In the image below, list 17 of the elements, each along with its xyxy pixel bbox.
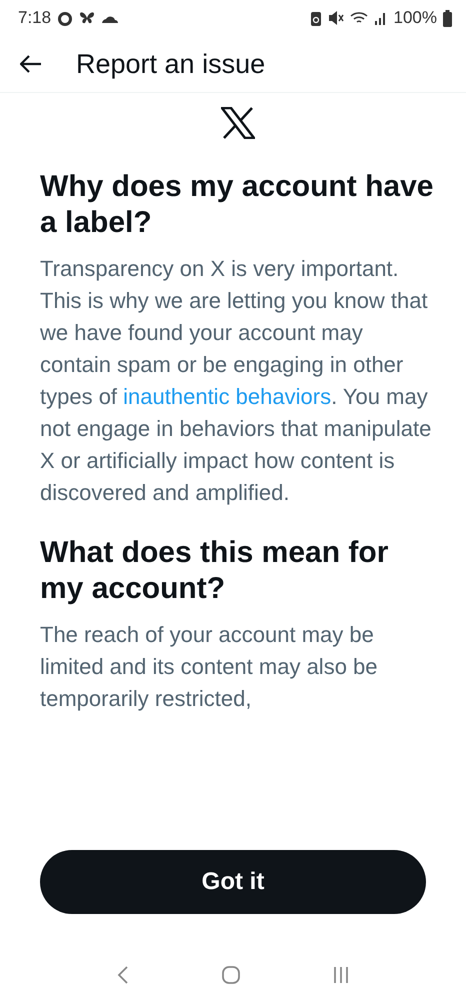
back-arrow-icon[interactable] xyxy=(20,55,42,73)
got-it-button[interactable]: Got it xyxy=(40,850,426,914)
nav-back-icon[interactable] xyxy=(116,966,129,984)
nav-recents-icon[interactable] xyxy=(333,966,350,984)
section-heading: What does this mean for my account? xyxy=(40,535,390,607)
section-paragraph: Transparency on X is very important. This is why we are letting you know that we have found your account may contain spam or be engaging in other types of inauthentic behaviors. You may not engage in behaviors that manipulate X or artificially impact how content is discovered and amplified. xyxy=(40,255,432,507)
section-paragraph: The reach of your account may be limited and its content may also be temporarily restricted, xyxy=(40,621,379,713)
nav-home-icon[interactable] xyxy=(222,966,240,984)
page-title: Report an issue xyxy=(76,48,266,80)
battery-percent: 100% xyxy=(394,8,437,28)
mute-icon xyxy=(328,10,344,26)
x-logo-icon xyxy=(221,107,255,139)
butterfly-icon xyxy=(79,11,96,25)
battery-icon xyxy=(443,10,452,26)
signal-icon xyxy=(374,11,388,25)
status-time: 7:18 xyxy=(18,8,52,28)
section-heading: Why does my account have a label? xyxy=(40,169,434,241)
